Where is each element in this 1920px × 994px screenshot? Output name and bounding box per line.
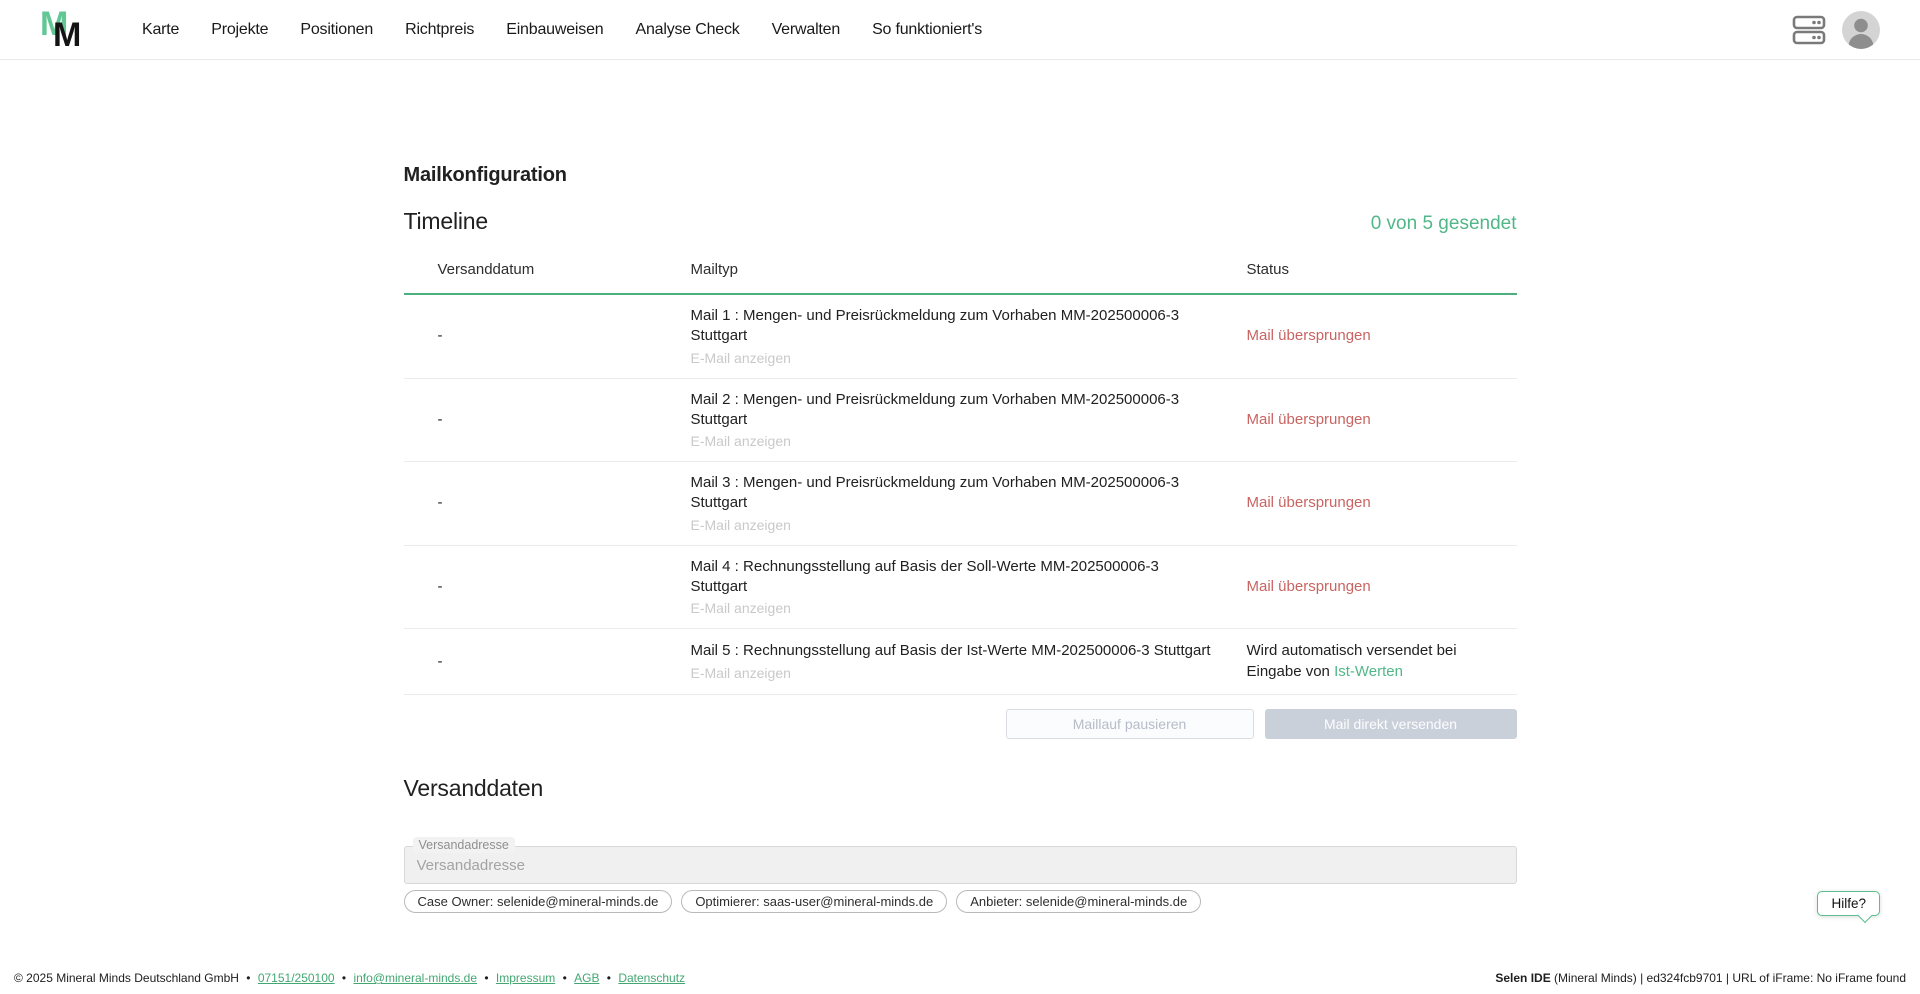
- status-text: Mail übersprungen: [1247, 411, 1371, 428]
- mailtyp-text: Mail 4 : Rechnungsstellung auf Basis der…: [691, 557, 1215, 598]
- footer-link-datenschutz[interactable]: Datenschutz: [618, 971, 685, 985]
- cell-mailtyp: Mail 4 : Rechnungsstellung auf Basis der…: [675, 545, 1231, 629]
- column-header-versanddatum: Versanddatum: [404, 249, 675, 294]
- pause-mail-button[interactable]: Maillauf pausieren: [1006, 709, 1254, 739]
- mailtyp-text: Mail 1 : Mengen- und Preisrückmeldung zu…: [691, 306, 1215, 347]
- timeline-row: -Mail 3 : Mengen- und Preisrückmeldung z…: [404, 462, 1517, 546]
- footer-link-info-mineral-minds-de[interactable]: info@mineral-minds.de: [353, 971, 477, 985]
- cell-mailtyp: Mail 3 : Mengen- und Preisrückmeldung zu…: [675, 462, 1231, 546]
- mailtyp-text: Mail 2 : Mengen- und Preisrückmeldung zu…: [691, 390, 1215, 431]
- email-anzeigen-link[interactable]: E-Mail anzeigen: [691, 600, 791, 616]
- status-text: Wird automatisch versendet bei Eingabe v…: [1247, 640, 1501, 682]
- cell-versanddatum: -: [404, 462, 675, 546]
- logo-letter-black: M: [53, 18, 80, 52]
- sent-count-badge: 0 von 5 gesendet: [1371, 213, 1517, 235]
- nav-item-verwalten[interactable]: Verwalten: [772, 21, 840, 39]
- timeline-row: -Mail 5 : Rechnungsstellung auf Basis de…: [404, 629, 1517, 695]
- app-header: M M Karte Projekte Positionen Richtpreis Ein…: [0, 0, 1920, 60]
- timeline-row: -Mail 2 : Mengen- und Preisrückmeldung z…: [404, 378, 1517, 462]
- versandadresse-label: Versandadresse: [413, 837, 515, 853]
- column-header-mailtyp: Mailtyp: [675, 249, 1231, 294]
- email-anzeigen-link[interactable]: E-Mail anzeigen: [691, 665, 791, 681]
- email-anzeigen-link[interactable]: E-Mail anzeigen: [691, 433, 791, 449]
- main-nav: Karte Projekte Positionen Richtpreis Einbauw…: [142, 21, 982, 39]
- footer-copyright: © 2025 Mineral Minds Deutschland GmbH: [14, 971, 239, 985]
- footer-separator: •: [481, 971, 492, 985]
- cell-status: Wird automatisch versendet bei Eingabe v…: [1231, 629, 1517, 695]
- recipient-chip: Anbieter: selenide@mineral-minds.de: [956, 890, 1201, 913]
- status-text: Mail übersprungen: [1247, 327, 1371, 344]
- timeline-row: -Mail 1 : Mengen- und Preisrückmeldung z…: [404, 294, 1517, 378]
- ist-werten-link[interactable]: Ist-Werten: [1334, 663, 1403, 680]
- email-anzeigen-link[interactable]: E-Mail anzeigen: [691, 350, 791, 366]
- nav-item-einbauweisen[interactable]: Einbauweisen: [506, 21, 603, 39]
- status-text: Mail übersprungen: [1247, 494, 1371, 511]
- status-text: Mail übersprungen: [1247, 578, 1371, 595]
- footer-link-impressum[interactable]: Impressum: [496, 971, 555, 985]
- send-mail-direct-button[interactable]: Mail direkt versenden: [1265, 709, 1517, 739]
- nav-item-projekte[interactable]: Projekte: [211, 21, 268, 39]
- footer-left: © 2025 Mineral Minds Deutschland GmbH • …: [14, 971, 685, 985]
- column-header-status: Status: [1231, 249, 1517, 294]
- recipient-chip: Optimierer: saas-user@mineral-minds.de: [681, 890, 947, 913]
- versandadresse-field: Versandadresse: [404, 846, 1517, 884]
- mailtyp-text: Mail 3 : Mengen- und Preisrückmeldung zu…: [691, 473, 1215, 514]
- cell-mailtyp: Mail 5 : Rechnungsstellung auf Basis der…: [675, 629, 1231, 695]
- header-actions: [1792, 11, 1880, 49]
- app-logo[interactable]: M M: [40, 5, 96, 55]
- cell-versanddatum: -: [404, 545, 675, 629]
- server-icon[interactable]: [1792, 14, 1826, 46]
- footer-link-agb[interactable]: AGB: [574, 971, 599, 985]
- timeline-heading: Timeline: [404, 208, 488, 235]
- nav-item-richtpreis[interactable]: Richtpreis: [405, 21, 474, 39]
- page-title: Mailkonfiguration: [404, 164, 1517, 187]
- cell-versanddatum: -: [404, 629, 675, 695]
- email-anzeigen-link[interactable]: E-Mail anzeigen: [691, 517, 791, 533]
- user-avatar[interactable]: [1842, 11, 1880, 49]
- recipient-chip: Case Owner: selenide@mineral-minds.de: [404, 890, 673, 913]
- help-button[interactable]: Hilfe?: [1817, 891, 1880, 916]
- nav-item-karte[interactable]: Karte: [142, 21, 179, 39]
- footer-separator: •: [339, 971, 350, 985]
- nav-item-analyse-check[interactable]: Analyse Check: [635, 21, 739, 39]
- versanddaten-heading: Versanddaten: [404, 775, 1517, 802]
- footer-separator: •: [559, 971, 570, 985]
- timeline-row: -Mail 4 : Rechnungsstellung auf Basis de…: [404, 545, 1517, 629]
- cell-status: Mail übersprungen: [1231, 545, 1517, 629]
- nav-item-so-funktioniert-s[interactable]: So funktioniert's: [872, 21, 982, 39]
- app-footer: © 2025 Mineral Minds Deutschland GmbH • …: [0, 962, 1920, 994]
- footer-separator: •: [603, 971, 614, 985]
- nav-item-positionen[interactable]: Positionen: [300, 21, 373, 39]
- cell-versanddatum: -: [404, 294, 675, 378]
- recipient-chips: Case Owner: selenide@mineral-minds.de Opt…: [404, 890, 1517, 913]
- footer-link-07151-250100[interactable]: 07151/250100: [258, 971, 335, 985]
- footer-debug-info: Selen IDE (Mineral Minds) | ed324fcb9701…: [1495, 971, 1906, 985]
- cell-versanddatum: -: [404, 378, 675, 462]
- cell-status: Mail übersprungen: [1231, 462, 1517, 546]
- timeline-table: VersanddatumMailtypStatus -Mail 1 : Meng…: [404, 249, 1517, 695]
- mailtyp-text: Mail 5 : Rechnungsstellung auf Basis der…: [691, 641, 1215, 661]
- cell-status: Mail übersprungen: [1231, 378, 1517, 462]
- footer-separator: •: [243, 971, 254, 985]
- cell-mailtyp: Mail 2 : Mengen- und Preisrückmeldung zu…: [675, 378, 1231, 462]
- versandadresse-input[interactable]: [404, 846, 1517, 884]
- footer-ide-name: Selen IDE: [1495, 971, 1550, 985]
- cell-status: Mail übersprungen: [1231, 294, 1517, 378]
- cell-mailtyp: Mail 1 : Mengen- und Preisrückmeldung zu…: [675, 294, 1231, 378]
- main-content: Mailkonfiguration Timeline 0 von 5 gesen…: [404, 60, 1517, 994]
